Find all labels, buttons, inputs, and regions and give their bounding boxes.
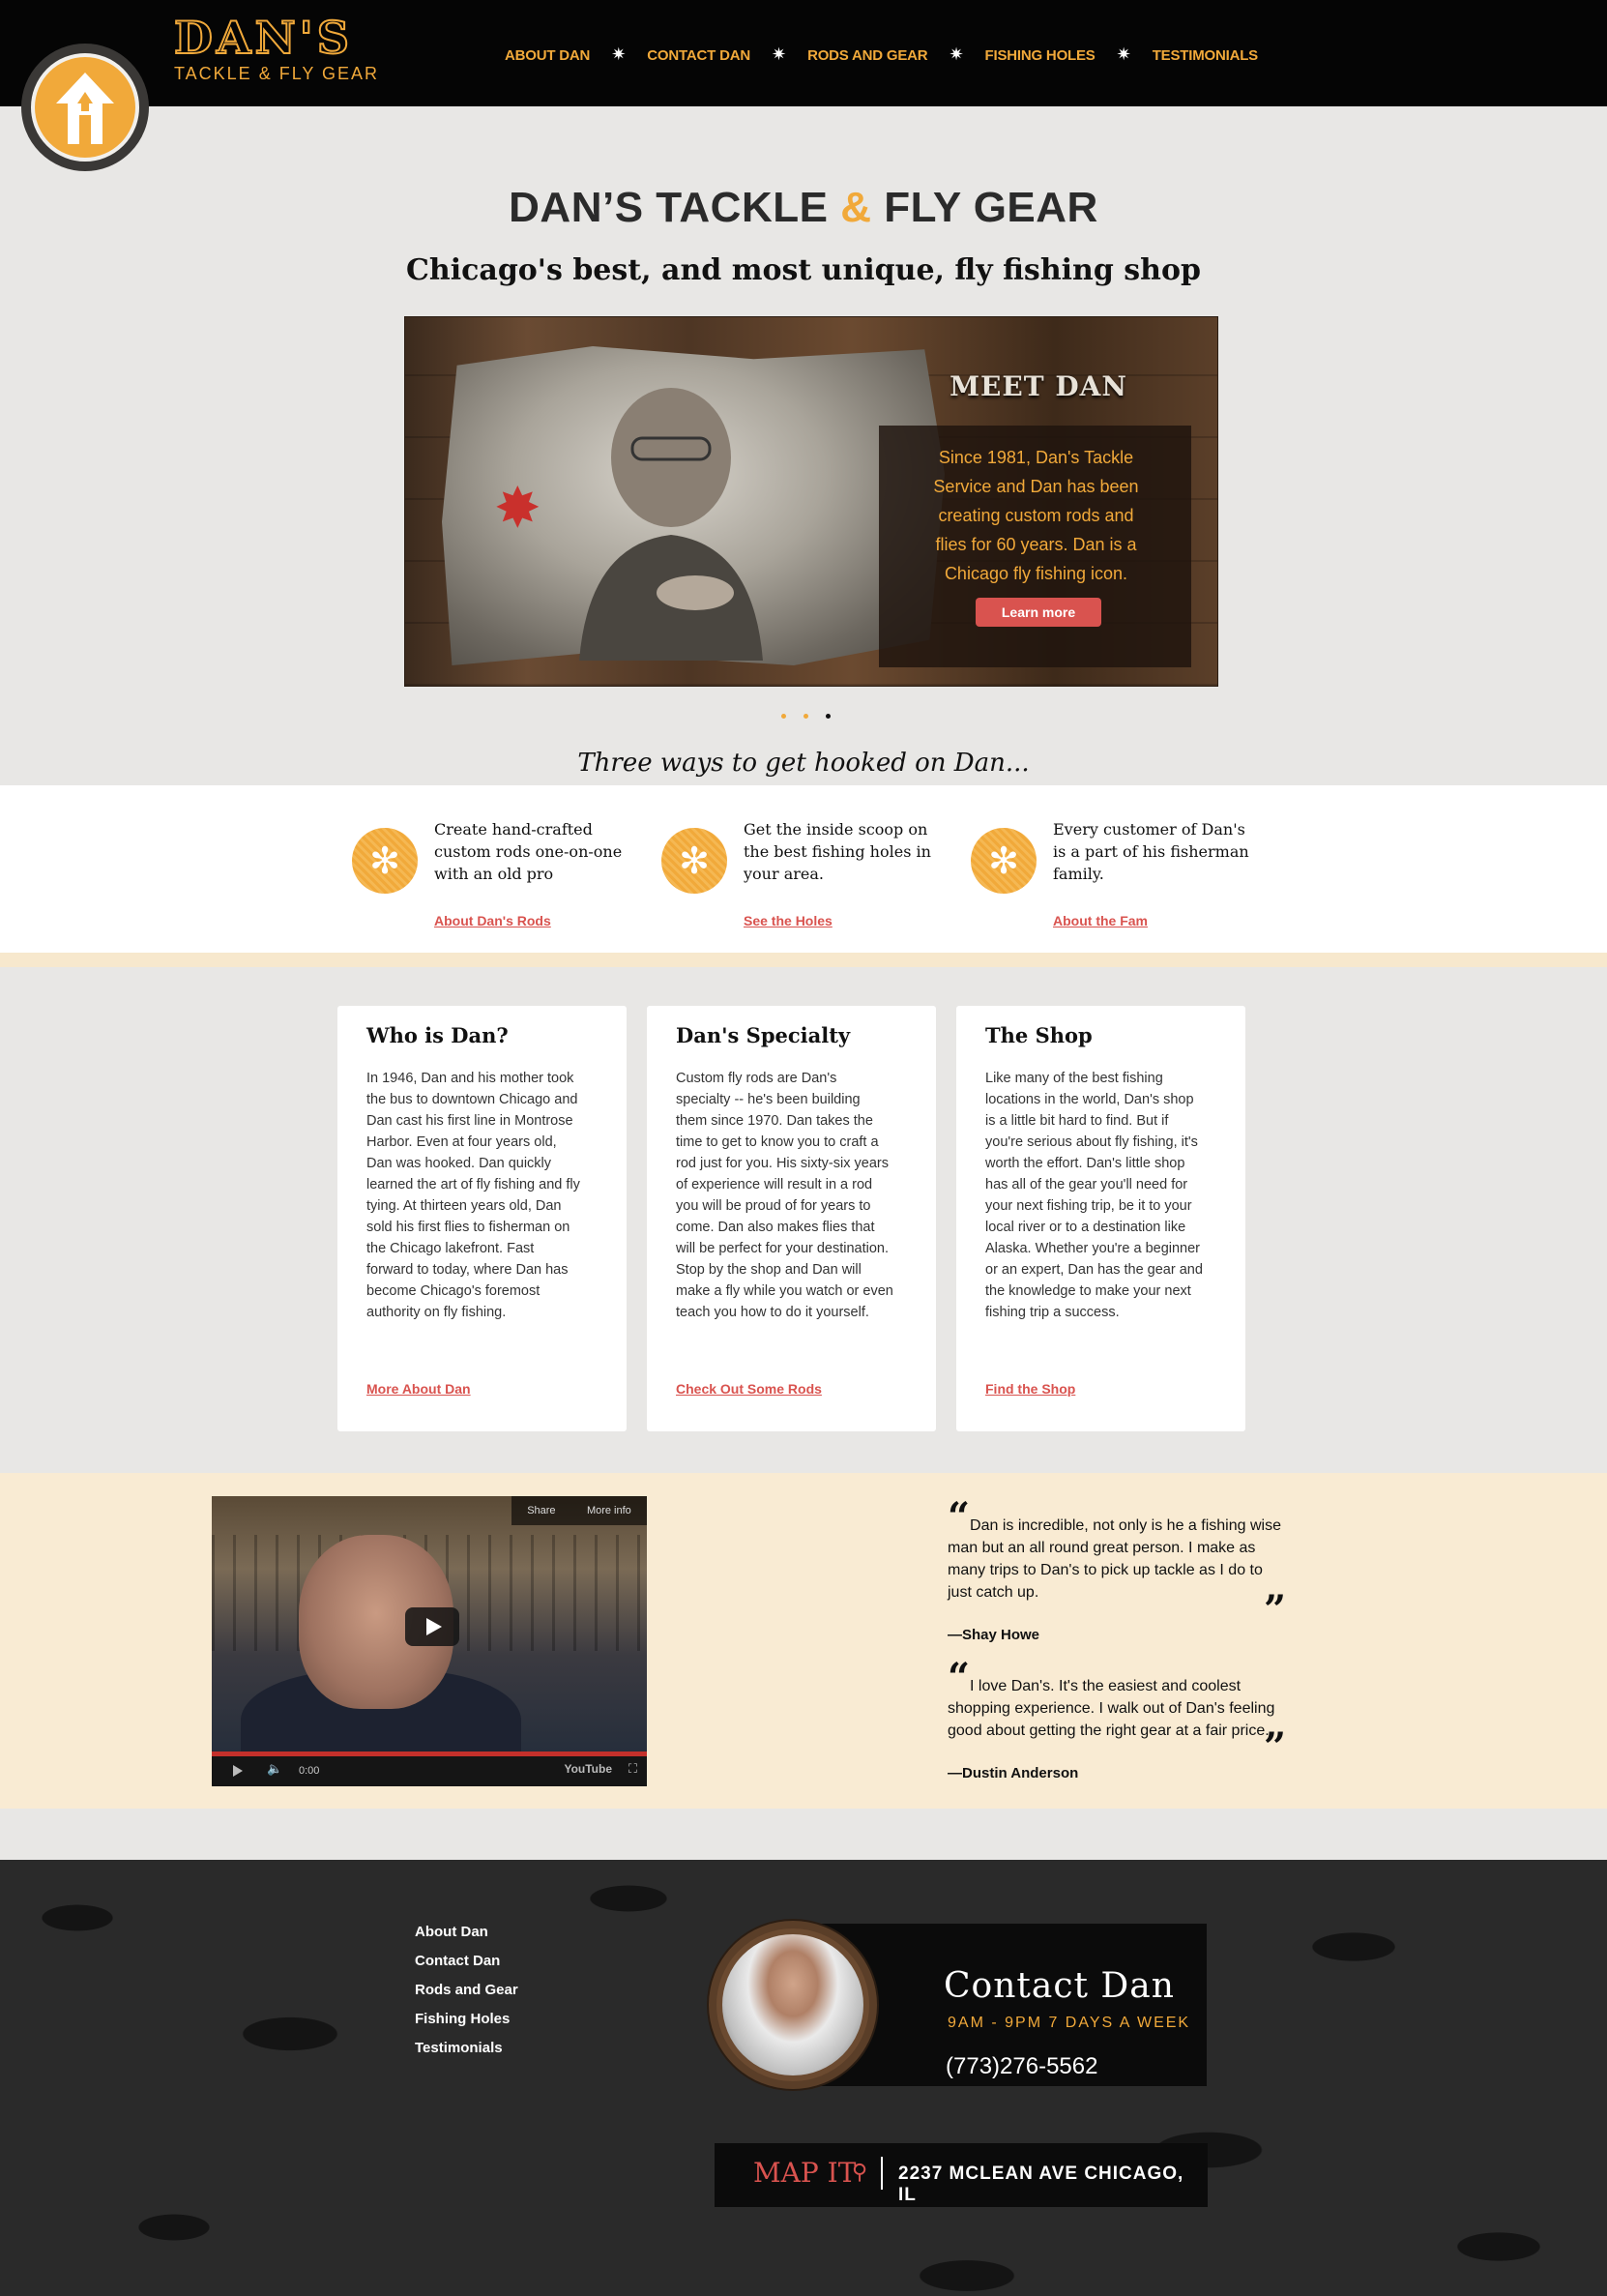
red-star-icon: ✸ bbox=[494, 475, 541, 541]
find-the-shop-link[interactable]: Find the Shop bbox=[985, 1381, 1075, 1397]
way-text: Every customer of Dan's is a part of his… bbox=[1053, 820, 1249, 883]
contact-hours: 9AM - 9PM 7 DAYS A WEEK bbox=[948, 2015, 1191, 2031]
map-it-label: MAP IT bbox=[753, 2157, 857, 2189]
way-text: Create hand-crafted custom rods one-on-o… bbox=[434, 820, 623, 883]
page-title: DAN’S TACKLE & FLY GEAR bbox=[0, 184, 1607, 232]
map-it-panel[interactable]: MAP IT ⚲ 2237 MCLEAN AVE CHICAGO, IL bbox=[715, 2143, 1208, 2207]
title-part-2: FLY GEAR bbox=[884, 184, 1098, 231]
more-info-button[interactable]: More info bbox=[587, 1505, 631, 1516]
three-ways-heading: Three ways to get hooked on Dan... bbox=[577, 749, 1030, 778]
logo-circle bbox=[35, 57, 135, 158]
testimonial-quote: “Dan is incredible, not only is he a fis… bbox=[948, 1498, 1286, 1644]
meet-dan-heading: MEET DAN bbox=[950, 370, 1127, 402]
more-about-dan-link[interactable]: More About Dan bbox=[366, 1381, 471, 1397]
meet-dan-text: Since 1981, Dan's Tackle Service and Dan… bbox=[933, 448, 1139, 583]
nav-fishing-holes[interactable]: FISHING HOLES bbox=[985, 47, 1096, 64]
card-title: Dan's Specialty bbox=[676, 1023, 851, 1047]
play-icon[interactable] bbox=[233, 1765, 243, 1777]
card-body: In 1946, Dan and his mother took the bus… bbox=[366, 1071, 580, 1320]
divider bbox=[881, 2157, 883, 2190]
testimonial-author: —Shay Howe bbox=[948, 1627, 1040, 1643]
title-part-1: DAN’S TACKLE bbox=[509, 184, 829, 231]
section-divider bbox=[0, 953, 1607, 967]
main-nav: ABOUT DAN ✷ CONTACT DAN ✷ RODS AND GEAR … bbox=[505, 44, 1258, 66]
address-text: 2237 MCLEAN AVE CHICAGO, IL bbox=[898, 2164, 1184, 2205]
check-out-rods-link[interactable]: Check Out Some Rods bbox=[676, 1381, 822, 1397]
open-quote-icon: “ bbox=[948, 1655, 971, 1700]
share-button[interactable]: Share bbox=[527, 1505, 555, 1516]
star-icon: ✷ bbox=[949, 44, 964, 65]
card-who-is-dan: Who is Dan? In 1946, Dan and his mother … bbox=[337, 1006, 627, 1431]
avatar bbox=[709, 1921, 877, 2089]
nav-testimonials[interactable]: TESTIMONIALS bbox=[1153, 47, 1258, 64]
card-body: Like many of the best fishing locations … bbox=[985, 1071, 1203, 1320]
video-progress-bar[interactable] bbox=[212, 1751, 647, 1756]
open-quote-icon: “ bbox=[948, 1494, 971, 1540]
close-quote-icon: ” bbox=[1263, 1587, 1286, 1633]
star-icon: ✷ bbox=[611, 44, 627, 65]
testimonials-section: Share More info 🔈 0:00 YouTube ⛶ “Dan is… bbox=[0, 1473, 1607, 1809]
footer: About Dan Contact Dan Rods and Gear Fish… bbox=[0, 1860, 1607, 2296]
asterisk-icon: ✻ bbox=[352, 828, 418, 894]
footer-nav: About Dan Contact Dan Rods and Gear Fish… bbox=[415, 1918, 518, 2063]
video-top-bar: Share More info bbox=[511, 1496, 647, 1525]
video-time: 0:00 bbox=[299, 1765, 320, 1777]
about-dans-rods-link[interactable]: About Dan's Rods bbox=[434, 913, 551, 928]
learn-more-button[interactable]: Learn more bbox=[976, 598, 1101, 627]
testimonial-text: Dan is incredible, not only is he a fish… bbox=[948, 1517, 1281, 1601]
video-player[interactable]: Share More info 🔈 0:00 YouTube ⛶ bbox=[212, 1496, 647, 1786]
footer-link-fishing-holes[interactable]: Fishing Holes bbox=[415, 2005, 518, 2034]
footer-link-rods-and-gear[interactable]: Rods and Gear bbox=[415, 1976, 518, 2005]
brand-logo-text[interactable]: DAN'S TACKLE & FLY GEAR bbox=[173, 12, 406, 83]
card-body: Custom fly rods are Dan's specialty -- h… bbox=[676, 1071, 893, 1320]
page-subtitle: Chicago's best, and most unique, fly fis… bbox=[406, 253, 1201, 287]
card-title: The Shop bbox=[985, 1023, 1093, 1047]
footer-link-testimonials[interactable]: Testimonials bbox=[415, 2034, 518, 2063]
way-item: ✻ Create hand-crafted custom rods one-on… bbox=[352, 818, 642, 934]
arrow-tree-icon bbox=[56, 73, 114, 144]
top-navbar: DAN'S TACKLE & FLY GEAR ABOUT DAN ✷ CONT… bbox=[0, 0, 1607, 106]
dan-figure-illustration bbox=[579, 388, 763, 661]
volume-icon[interactable]: 🔈 bbox=[267, 1762, 282, 1777]
testimonial-text: I love Dan's. It's the easiest and coole… bbox=[948, 1678, 1275, 1739]
close-quote-icon: ” bbox=[1263, 1724, 1286, 1770]
dan-portrait bbox=[722, 1934, 863, 2075]
youtube-logo[interactable]: YouTube bbox=[564, 1762, 612, 1776]
play-button-icon[interactable] bbox=[405, 1607, 459, 1646]
footer-link-about-dan[interactable]: About Dan bbox=[415, 1918, 518, 1947]
asterisk-icon: ✻ bbox=[971, 828, 1037, 894]
contact-title: Contact Dan bbox=[944, 1966, 1175, 2006]
nav-contact-dan[interactable]: CONTACT DAN bbox=[647, 47, 750, 64]
title-ampersand: & bbox=[840, 184, 872, 231]
brand-tagline: TACKLE & FLY GEAR bbox=[174, 64, 380, 83]
testimonial-quote: “I love Dan's. It's the easiest and cool… bbox=[948, 1659, 1286, 1782]
nav-rods-and-gear[interactable]: RODS AND GEAR bbox=[807, 47, 928, 64]
star-icon: ✷ bbox=[1116, 44, 1131, 65]
way-item: ✻ Get the inside scoop on the best fishi… bbox=[661, 818, 951, 934]
card-title: Who is Dan? bbox=[366, 1023, 509, 1047]
way-text: Get the inside scoop on the best fishing… bbox=[744, 820, 931, 883]
fullscreen-icon[interactable]: ⛶ bbox=[628, 1762, 637, 1777]
slider-dot-3[interactable] bbox=[826, 714, 831, 719]
testimonial-author: —Dustin Anderson bbox=[948, 1765, 1079, 1781]
logo-badge[interactable] bbox=[21, 44, 149, 171]
slider-dot-1[interactable] bbox=[781, 714, 786, 719]
asterisk-icon: ✻ bbox=[661, 828, 727, 894]
ways-section: ✻ Create hand-crafted custom rods one-on… bbox=[0, 785, 1607, 953]
way-item: ✻ Every customer of Dan's is a part of h… bbox=[971, 818, 1261, 934]
slider-dot-2[interactable] bbox=[804, 714, 808, 719]
see-the-holes-link[interactable]: See the Holes bbox=[744, 913, 833, 928]
footer-link-contact-dan[interactable]: Contact Dan bbox=[415, 1947, 518, 1976]
map-pin-icon: ⚲ bbox=[852, 2161, 868, 2185]
contact-phone-link[interactable]: (773)276-5562 bbox=[946, 2053, 1097, 2080]
slider-dots bbox=[781, 714, 831, 719]
about-the-fam-link[interactable]: About the Fam bbox=[1053, 913, 1148, 928]
hero-slide: ✸ MEET DAN Since 1981, Dan's Tackle Serv… bbox=[404, 316, 1218, 687]
video-controls: 🔈 0:00 YouTube ⛶ bbox=[212, 1751, 647, 1786]
brand-name: DAN'S bbox=[173, 12, 353, 64]
star-icon: ✷ bbox=[771, 44, 787, 65]
nav-about-dan[interactable]: ABOUT DAN bbox=[505, 47, 590, 64]
card-the-shop: The Shop Like many of the best fishing l… bbox=[956, 1006, 1245, 1431]
card-dans-specialty: Dan's Specialty Custom fly rods are Dan'… bbox=[647, 1006, 936, 1431]
